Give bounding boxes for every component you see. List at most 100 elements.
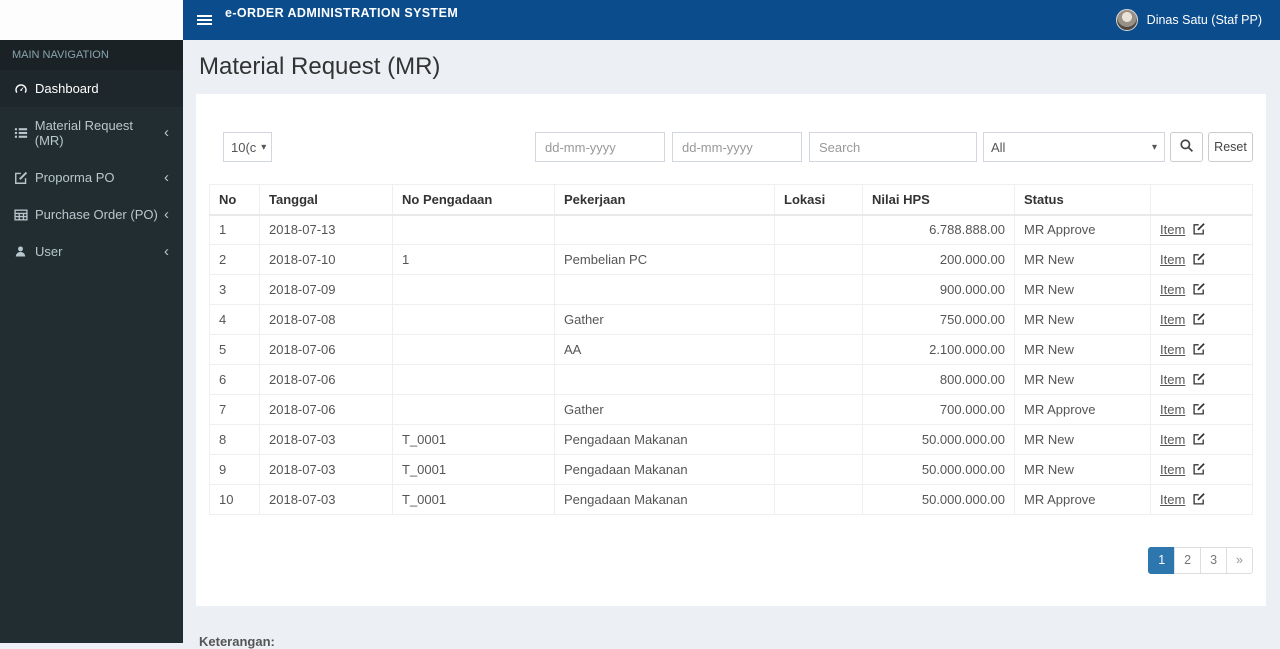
pagination-page-next[interactable]: » bbox=[1226, 547, 1253, 574]
sidebar-item-purchase-order-po[interactable]: Purchase Order (PO) ‹ bbox=[0, 196, 183, 233]
sidebar-item-user[interactable]: User ‹ bbox=[0, 233, 183, 270]
edit-square-icon bbox=[14, 171, 35, 185]
topbar: e-ORDER ADMINISTRATION SYSTEM Dinas Satu… bbox=[183, 0, 1280, 40]
cell-no: 3 bbox=[209, 274, 260, 305]
page-size-select[interactable]: 10(c ▾ bbox=[223, 132, 272, 162]
item-link[interactable]: Item bbox=[1160, 372, 1185, 387]
cell-status: MR New bbox=[1014, 334, 1151, 365]
pencil-square-icon[interactable] bbox=[1192, 492, 1206, 506]
pencil-square-icon[interactable] bbox=[1192, 252, 1206, 266]
cell-pekerjaan bbox=[554, 364, 775, 395]
item-link[interactable]: Item bbox=[1160, 252, 1185, 267]
cell-actions: Item bbox=[1150, 394, 1253, 425]
cell-nilai_hps: 6.788.888.00 bbox=[862, 214, 1015, 245]
pencil-square-icon[interactable] bbox=[1192, 282, 1206, 296]
sidebar-item-proporma-po[interactable]: Proporma PO ‹ bbox=[0, 159, 183, 196]
mr-table: No Tanggal No Pengadaan Pekerjaan Lokasi Nila… bbox=[209, 184, 1253, 515]
chevron-left-icon: ‹ bbox=[164, 242, 169, 260]
sidebar-toggle-button[interactable] bbox=[183, 0, 225, 40]
cell-tanggal: 2018-07-03 bbox=[259, 484, 393, 515]
cell-status: MR New bbox=[1014, 424, 1151, 455]
cell-no_pengadaan: T_0001 bbox=[392, 424, 555, 455]
cell-no_pengadaan: 1 bbox=[392, 244, 555, 275]
item-link[interactable]: Item bbox=[1160, 492, 1185, 507]
item-link[interactable]: Item bbox=[1160, 312, 1185, 327]
cell-no_pengadaan bbox=[392, 214, 555, 245]
search-input[interactable] bbox=[809, 132, 977, 162]
table-row: 8 2018-07-03 T_0001 Pengadaan Makanan 50.000… bbox=[209, 424, 1253, 455]
cell-tanggal: 2018-07-03 bbox=[259, 424, 393, 455]
sidebar-item-material-request-mr[interactable]: Material Request (MR) ‹ bbox=[0, 107, 183, 159]
item-link[interactable]: Item bbox=[1160, 342, 1185, 357]
cell-nilai_hps: 900.000.00 bbox=[862, 274, 1015, 305]
page-title: Material Request (MR) bbox=[199, 53, 441, 80]
pagination: 1 2 3» bbox=[209, 547, 1253, 574]
cell-no_pengadaan bbox=[392, 364, 555, 395]
column-header-no: No bbox=[209, 184, 260, 216]
pencil-square-icon[interactable] bbox=[1192, 432, 1206, 446]
date-to-input[interactable] bbox=[672, 132, 802, 162]
cell-lokasi bbox=[774, 304, 863, 335]
cell-no_pengadaan bbox=[392, 334, 555, 365]
sidebar-item-label: Material Request (MR) bbox=[34, 118, 134, 148]
table-row: 10 2018-07-03 T_0001 Pengadaan Makanan 50.00… bbox=[209, 484, 1253, 515]
sidebar-item-label: Dashboard bbox=[35, 81, 99, 96]
pencil-square-icon[interactable] bbox=[1192, 372, 1206, 386]
cell-status: MR New bbox=[1014, 304, 1151, 335]
sidebar-menu: Dashboard Material Request (MR) ‹ Proporma … bbox=[0, 70, 183, 270]
pencil-square-icon[interactable] bbox=[1192, 402, 1206, 416]
column-header-no-pengadaan: No Pengadaan bbox=[392, 184, 555, 216]
column-header-status: Status bbox=[1014, 184, 1151, 216]
pencil-square-icon[interactable] bbox=[1192, 312, 1206, 326]
cell-no_pengadaan bbox=[392, 274, 555, 305]
pencil-square-icon[interactable] bbox=[1192, 342, 1206, 356]
cell-no: 8 bbox=[209, 424, 260, 455]
cell-actions: Item bbox=[1150, 454, 1253, 485]
cell-actions: Item bbox=[1150, 424, 1253, 455]
column-header-actions bbox=[1150, 184, 1253, 216]
cell-no_pengadaan: T_0001 bbox=[392, 454, 555, 485]
table-row: 2 2018-07-10 1 Pembelian PC 200.000.00 MR New… bbox=[209, 244, 1253, 275]
pencil-square-icon[interactable] bbox=[1192, 462, 1206, 476]
sidebar-item-dashboard[interactable]: Dashboard bbox=[0, 70, 183, 107]
user-icon bbox=[14, 245, 35, 258]
cell-lokasi bbox=[774, 364, 863, 395]
pagination-page-1[interactable]: 1 bbox=[1148, 547, 1176, 574]
table-row: 9 2018-07-03 T_0001 Pengadaan Makanan 50.000… bbox=[209, 454, 1253, 485]
item-link[interactable]: Item bbox=[1160, 282, 1185, 297]
user-name: Dinas Satu (Staf PP) bbox=[1146, 13, 1262, 27]
main-content: Material Request (MR) Dashboard>Material… bbox=[183, 40, 1280, 649]
cell-actions: Item bbox=[1150, 364, 1253, 395]
cell-actions: Item bbox=[1150, 214, 1253, 245]
cell-pekerjaan: Pengadaan Makanan bbox=[554, 424, 775, 455]
sidebar: MAIN NAVIGATION Dashboard Material Reques… bbox=[0, 40, 183, 643]
cell-nilai_hps: 2.100.000.00 bbox=[862, 334, 1015, 365]
date-from-input[interactable] bbox=[535, 132, 665, 162]
footer-note: Keterangan: bbox=[199, 634, 275, 649]
reset-button[interactable]: Reset bbox=[1208, 132, 1253, 162]
pagination-page-3[interactable]: 3 bbox=[1200, 547, 1228, 574]
table-icon bbox=[14, 208, 35, 222]
cell-tanggal: 2018-07-09 bbox=[259, 274, 393, 305]
cell-lokasi bbox=[774, 214, 863, 245]
item-link[interactable]: Item bbox=[1160, 462, 1185, 477]
table-row: 7 2018-07-06 Gather 700.000.00 MR Approve Ite… bbox=[209, 394, 1253, 425]
cell-no_pengadaan bbox=[392, 304, 555, 335]
item-link[interactable]: Item bbox=[1160, 402, 1185, 417]
table-row: 5 2018-07-06 AA 2.100.000.00 MR New Item bbox=[209, 334, 1253, 365]
sidebar-item-label: User bbox=[35, 244, 63, 259]
cell-no: 1 bbox=[209, 214, 260, 245]
cell-nilai_hps: 750.000.00 bbox=[862, 304, 1015, 335]
status-filter-select[interactable]: All ▾ bbox=[983, 132, 1165, 162]
list-icon bbox=[14, 126, 35, 140]
cell-no_pengadaan bbox=[392, 394, 555, 425]
pencil-square-icon[interactable] bbox=[1192, 222, 1206, 236]
pagination-page-2[interactable]: 2 bbox=[1174, 547, 1202, 574]
item-link[interactable]: Item bbox=[1160, 222, 1185, 237]
cell-pekerjaan bbox=[554, 214, 775, 245]
chevron-left-icon: ‹ bbox=[164, 124, 169, 141]
status-filter-value: All bbox=[991, 139, 1006, 155]
user-menu[interactable]: Dinas Satu (Staf PP) bbox=[1115, 0, 1280, 40]
search-button[interactable] bbox=[1170, 132, 1203, 162]
item-link[interactable]: Item bbox=[1160, 432, 1185, 447]
